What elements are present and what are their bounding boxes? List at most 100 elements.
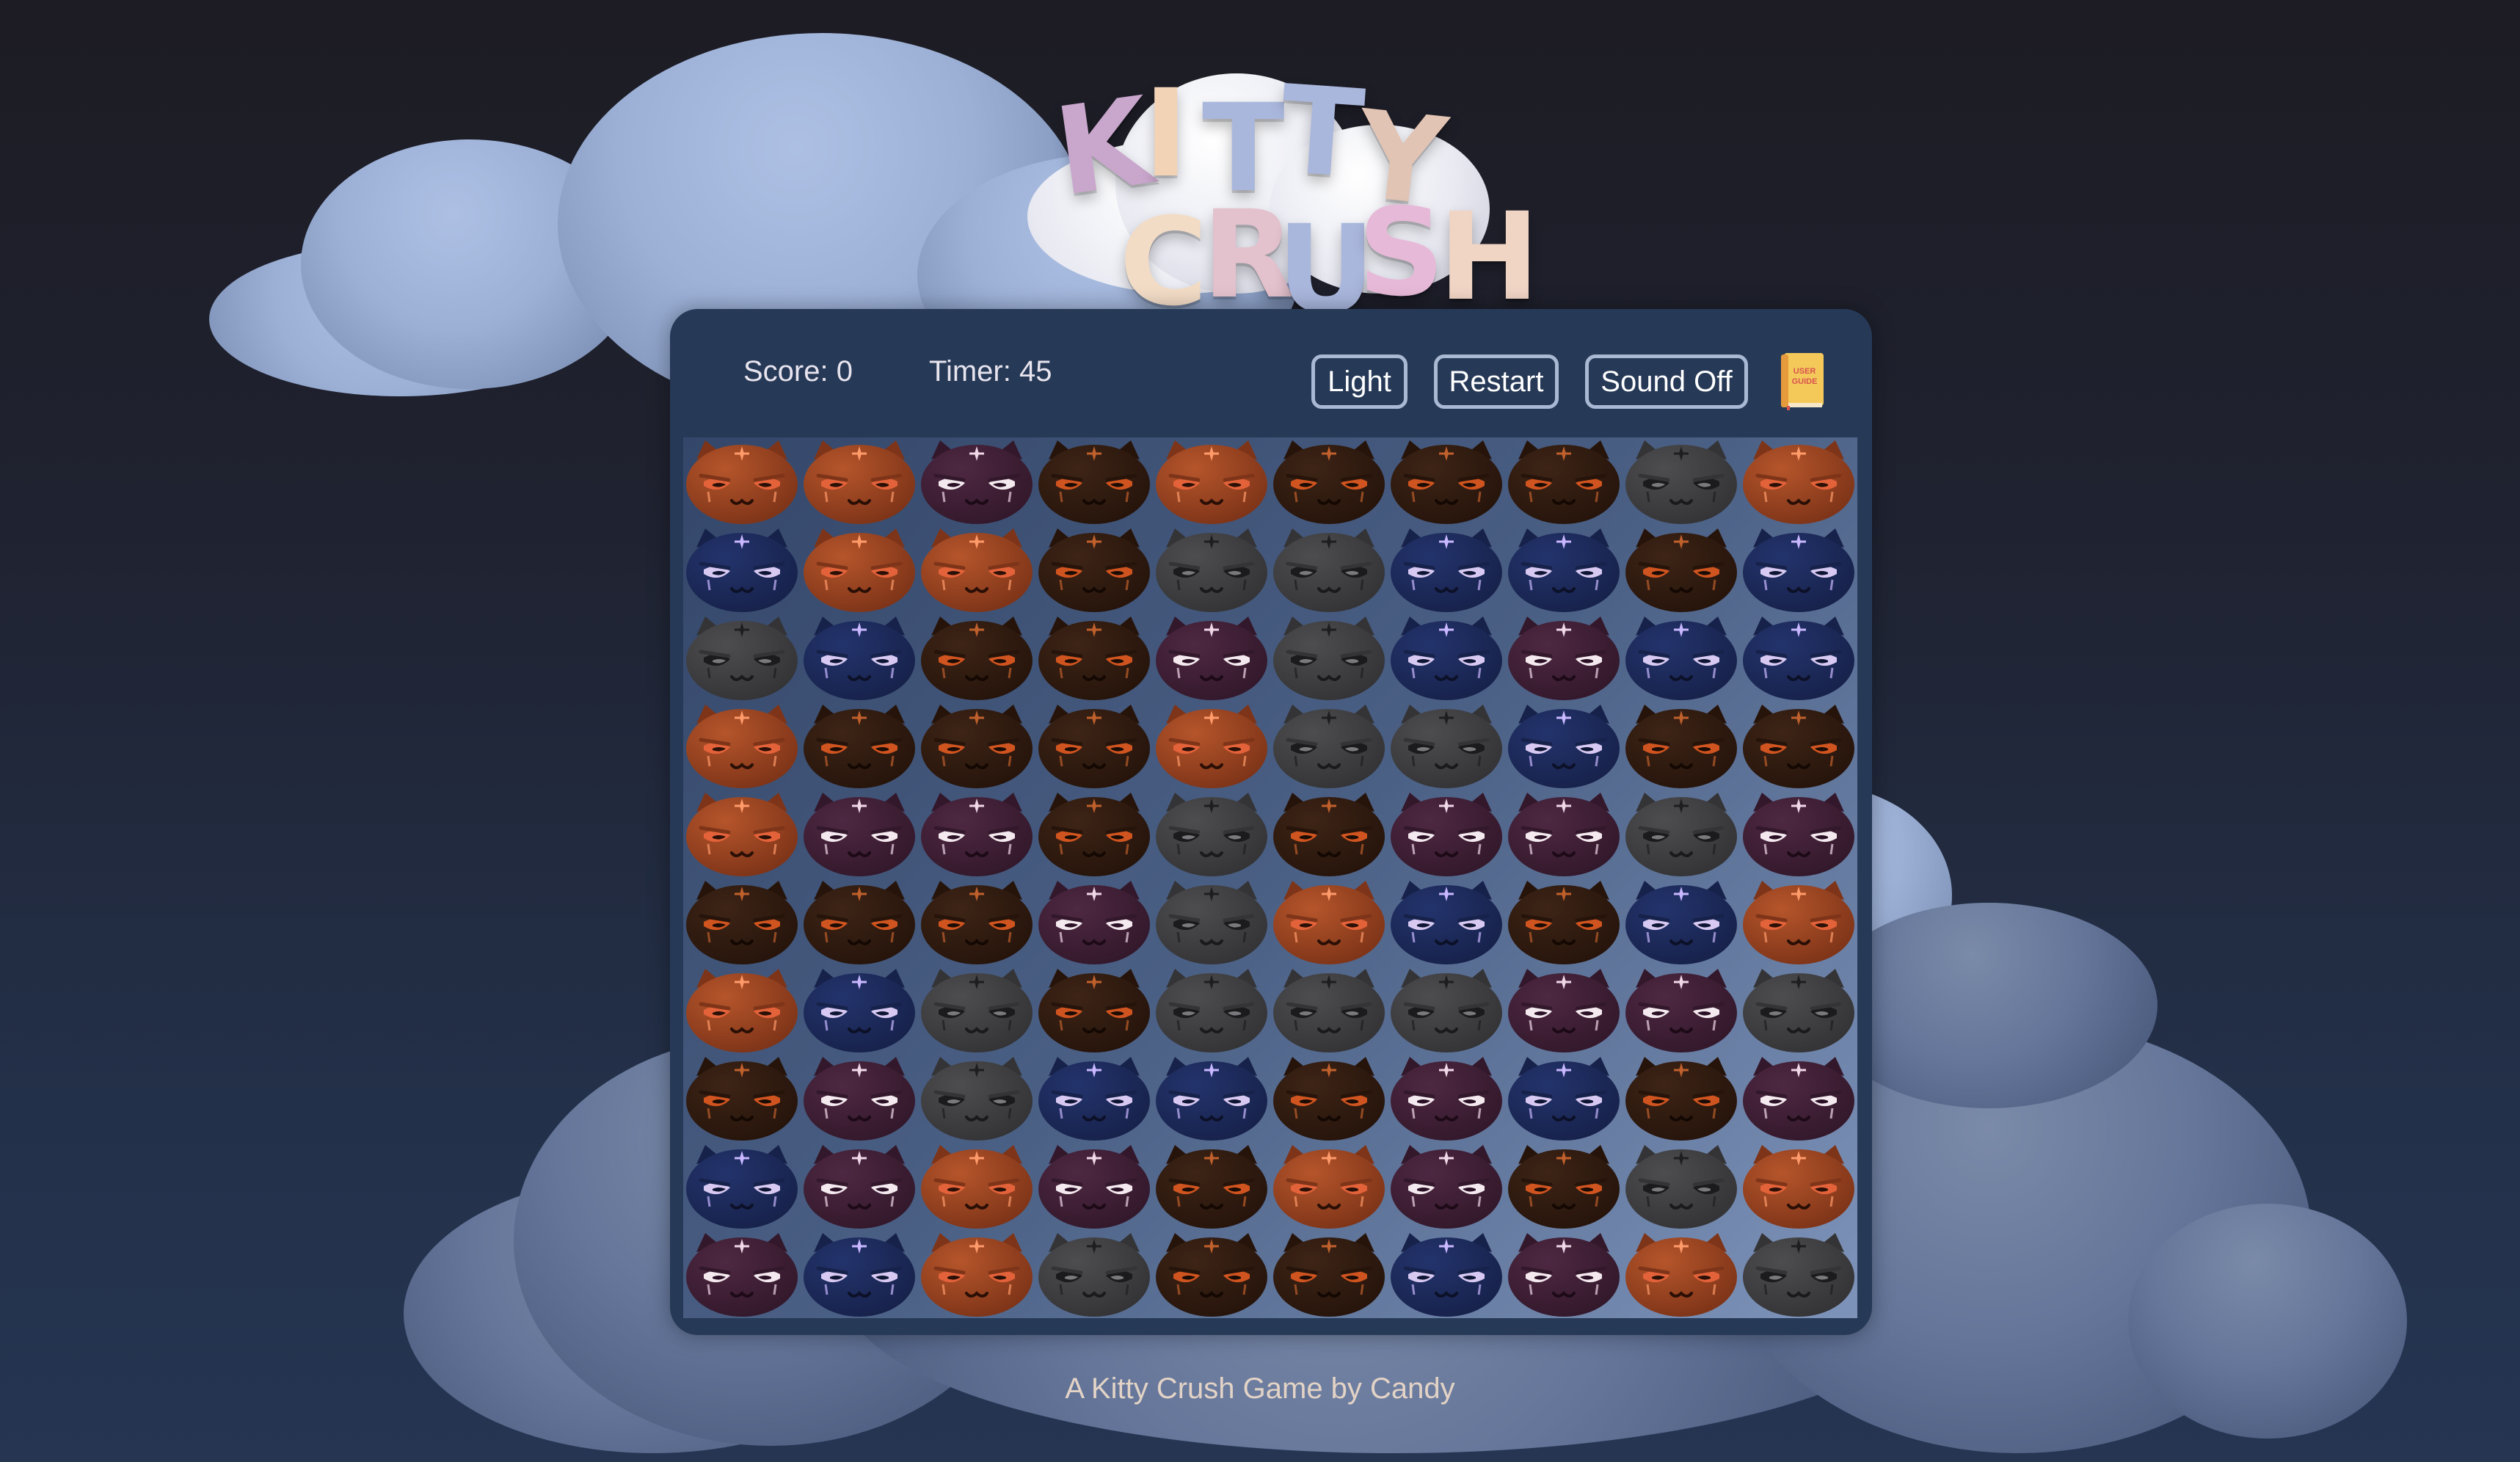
- kitty-tile-gray[interactable]: [1740, 1230, 1857, 1318]
- kitty-tile-gray[interactable]: [1270, 966, 1388, 1054]
- kitty-tile-plum[interactable]: [801, 1142, 918, 1230]
- kitty-tile-ginger[interactable]: [1270, 878, 1388, 966]
- kitty-tile-brown[interactable]: [1270, 1230, 1388, 1318]
- kitty-tile-navy[interactable]: [1505, 702, 1623, 790]
- kitty-tile-plum[interactable]: [1388, 1054, 1505, 1142]
- kitty-tile-brown[interactable]: [1153, 1142, 1270, 1230]
- kitty-tile-brown[interactable]: [1035, 702, 1153, 790]
- kitty-tile-plum[interactable]: [1740, 1054, 1857, 1142]
- kitty-tile-gray[interactable]: [1623, 790, 1740, 878]
- kitty-tile-gray[interactable]: [683, 614, 801, 702]
- kitty-tile-brown[interactable]: [1270, 790, 1388, 878]
- kitty-tile-gray[interactable]: [1153, 525, 1270, 614]
- kitty-tile-brown[interactable]: [801, 878, 918, 966]
- kitty-tile-brown[interactable]: [1035, 790, 1153, 878]
- kitty-tile-plum[interactable]: [683, 1230, 801, 1318]
- user-guide-book-icon[interactable]: USER GUIDE: [1780, 352, 1825, 410]
- kitty-tile-navy[interactable]: [1035, 1054, 1153, 1142]
- kitty-tile-brown[interactable]: [1623, 702, 1740, 790]
- kitty-tile-brown[interactable]: [801, 702, 918, 790]
- kitty-tile-plum[interactable]: [1623, 966, 1740, 1054]
- kitty-tile-gray[interactable]: [1153, 878, 1270, 966]
- kitty-tile-navy[interactable]: [1505, 525, 1623, 614]
- kitty-tile-brown[interactable]: [1153, 1230, 1270, 1318]
- kitty-tile-navy[interactable]: [1153, 1054, 1270, 1142]
- kitty-tile-ginger[interactable]: [1153, 437, 1270, 525]
- kitty-tile-navy[interactable]: [1388, 1230, 1505, 1318]
- kitty-tile-navy[interactable]: [1623, 614, 1740, 702]
- kitty-tile-plum[interactable]: [1388, 790, 1505, 878]
- kitty-tile-ginger[interactable]: [918, 525, 1035, 614]
- kitty-tile-navy[interactable]: [801, 614, 918, 702]
- kitty-tile-ginger[interactable]: [683, 702, 801, 790]
- kitty-tile-ginger[interactable]: [1740, 878, 1857, 966]
- kitty-tile-brown[interactable]: [1270, 1054, 1388, 1142]
- kitty-tile-brown[interactable]: [683, 1054, 801, 1142]
- kitty-tile-brown[interactable]: [1035, 437, 1153, 525]
- kitty-tile-plum[interactable]: [918, 790, 1035, 878]
- kitty-tile-brown[interactable]: [1740, 702, 1857, 790]
- kitty-tile-navy[interactable]: [683, 525, 801, 614]
- kitty-tile-navy[interactable]: [1388, 614, 1505, 702]
- kitty-tile-brown[interactable]: [1270, 437, 1388, 525]
- kitty-tile-brown[interactable]: [918, 878, 1035, 966]
- kitty-tile-brown[interactable]: [1505, 878, 1623, 966]
- kitty-tile-ginger[interactable]: [1153, 702, 1270, 790]
- kitty-tile-brown[interactable]: [918, 702, 1035, 790]
- kitty-tile-ginger[interactable]: [918, 1142, 1035, 1230]
- sound-toggle-button[interactable]: Sound Off: [1585, 354, 1748, 409]
- kitty-tile-plum[interactable]: [801, 1054, 918, 1142]
- kitty-tile-ginger[interactable]: [801, 525, 918, 614]
- kitty-tile-brown[interactable]: [683, 878, 801, 966]
- theme-toggle-button[interactable]: Light: [1311, 354, 1408, 409]
- kitty-tile-plum[interactable]: [1388, 1142, 1505, 1230]
- restart-button[interactable]: Restart: [1434, 354, 1559, 409]
- kitty-tile-gray[interactable]: [1270, 525, 1388, 614]
- kitty-tile-plum[interactable]: [1740, 790, 1857, 878]
- kitty-tile-plum[interactable]: [801, 790, 918, 878]
- kitty-tile-ginger[interactable]: [683, 437, 801, 525]
- kitty-tile-ginger[interactable]: [1740, 1142, 1857, 1230]
- kitty-tile-brown[interactable]: [1388, 437, 1505, 525]
- kitty-tile-navy[interactable]: [1740, 614, 1857, 702]
- kitty-tile-ginger[interactable]: [1270, 1142, 1388, 1230]
- kitty-tile-navy[interactable]: [801, 966, 918, 1054]
- kitty-tile-brown[interactable]: [1505, 437, 1623, 525]
- kitty-tile-brown[interactable]: [1623, 525, 1740, 614]
- kitty-tile-brown[interactable]: [1623, 1054, 1740, 1142]
- kitty-tile-brown[interactable]: [1035, 525, 1153, 614]
- kitty-tile-plum[interactable]: [1035, 1142, 1153, 1230]
- kitty-tile-plum[interactable]: [918, 437, 1035, 525]
- kitty-tile-gray[interactable]: [918, 1054, 1035, 1142]
- kitty-tile-plum[interactable]: [1505, 966, 1623, 1054]
- kitty-tile-gray[interactable]: [1035, 1230, 1153, 1318]
- kitty-tile-navy[interactable]: [1505, 1054, 1623, 1142]
- kitty-tile-ginger[interactable]: [683, 790, 801, 878]
- kitty-tile-gray[interactable]: [1740, 966, 1857, 1054]
- kitty-tile-plum[interactable]: [1505, 790, 1623, 878]
- kitty-tile-ginger[interactable]: [1740, 437, 1857, 525]
- kitty-tile-ginger[interactable]: [918, 1230, 1035, 1318]
- kitty-tile-gray[interactable]: [1153, 966, 1270, 1054]
- kitty-tile-gray[interactable]: [1388, 702, 1505, 790]
- kitty-tile-navy[interactable]: [1740, 525, 1857, 614]
- kitty-tile-gray[interactable]: [1153, 790, 1270, 878]
- kitty-tile-gray[interactable]: [1623, 1142, 1740, 1230]
- kitty-tile-ginger[interactable]: [801, 437, 918, 525]
- kitty-tile-gray[interactable]: [1623, 437, 1740, 525]
- kitty-tile-gray[interactable]: [918, 966, 1035, 1054]
- kitty-tile-plum[interactable]: [1153, 614, 1270, 702]
- kitty-tile-navy[interactable]: [1388, 525, 1505, 614]
- kitty-tile-ginger[interactable]: [683, 966, 801, 1054]
- kitty-tile-plum[interactable]: [1505, 614, 1623, 702]
- kitty-tile-brown[interactable]: [1035, 614, 1153, 702]
- kitty-tile-plum[interactable]: [1035, 878, 1153, 966]
- kitty-tile-gray[interactable]: [1270, 702, 1388, 790]
- kitty-tile-brown[interactable]: [918, 614, 1035, 702]
- kitty-tile-gray[interactable]: [1270, 614, 1388, 702]
- kitty-tile-plum[interactable]: [1505, 1230, 1623, 1318]
- kitty-tile-brown[interactable]: [1505, 1142, 1623, 1230]
- kitty-tile-gray[interactable]: [1388, 966, 1505, 1054]
- kitty-tile-ginger[interactable]: [1623, 1230, 1740, 1318]
- kitty-tile-navy[interactable]: [1388, 878, 1505, 966]
